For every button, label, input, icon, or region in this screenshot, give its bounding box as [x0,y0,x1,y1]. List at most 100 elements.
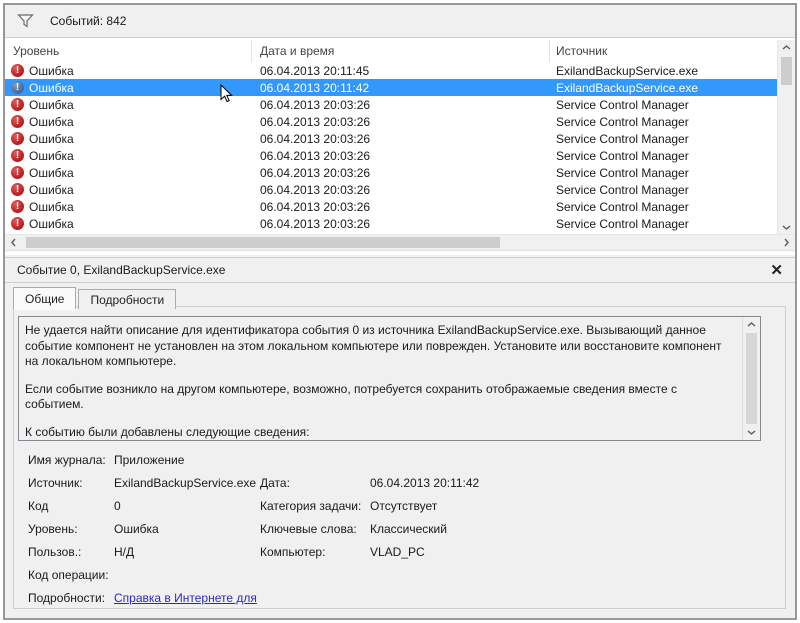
field-value-user: Н/Д [114,545,260,559]
source-cell: Service Control Manager [550,166,778,180]
events-count: Событий: 842 [50,14,126,28]
preview-pane: Событие 0, ExilandBackupService.exe ✕ Об… [5,255,795,618]
tab-general[interactable]: Общие [13,287,76,309]
vertical-scrollbar[interactable] [777,40,795,235]
field-value-date: 06.04.2013 20:11:42 [370,476,765,490]
field-value-task-category: Отсутствует [370,499,765,513]
field-value-log-name: Приложение [114,453,765,467]
event-description-box[interactable]: Не удается найти описание для идентифика… [18,316,761,441]
horizontal-scrollbar[interactable] [5,234,795,250]
table-row[interactable]: ! Ошибка 06.04.2013 20:03:26Service Contro… [5,181,778,198]
field-value-level: Ошибка [114,522,260,536]
description-paragraph: К событию были добавлены следующие сведе… [25,425,738,439]
vertical-scrollbar-thumb[interactable] [781,57,792,85]
filter-icon[interactable] [17,13,34,29]
source-cell: Service Control Manager [550,200,778,214]
error-level-icon: ! [11,183,24,196]
level-cell: Ошибка [29,217,74,231]
datetime-cell: 06.04.2013 20:03:26 [252,183,550,197]
error-level-icon: ! [11,81,24,94]
column-header-source[interactable]: Источник [550,40,778,62]
error-level-icon: ! [11,115,24,128]
datetime-cell: 06.04.2013 20:03:26 [252,98,550,112]
source-cell: Service Control Manager [550,217,778,231]
datetime-cell: 06.04.2013 20:03:26 [252,132,550,146]
field-value-source: ExilandBackupService.exe [114,476,260,490]
filter-bar: Событий: 842 [5,5,795,38]
field-value-computer: VLAD_PC [370,545,765,559]
field-label-keywords: Ключевые слова: [260,522,370,536]
table-row[interactable]: ! Ошибка 06.04.2013 20:03:26Service Contro… [5,96,778,113]
event-fields: Имя журнала: Приложение Источник: Exilan… [18,447,775,611]
datetime-cell: 06.04.2013 20:03:26 [252,115,550,129]
tab-details[interactable]: Подробности [78,289,176,309]
datetime-cell: 06.04.2013 20:03:26 [252,217,550,231]
error-level-icon: ! [11,200,24,213]
field-label-level: Уровень: [28,522,114,536]
level-cell: Ошибка [29,149,74,163]
scroll-up-icon[interactable] [743,317,760,332]
table-row[interactable]: ! Ошибка 06.04.2013 20:03:26Service Contro… [5,113,778,130]
table-row[interactable]: ! Ошибка 06.04.2013 20:03:26Service Contro… [5,198,778,215]
field-label-log-name: Имя журнала: [28,453,114,467]
field-label-details: Подробности: [28,591,114,605]
error-level-icon: ! [11,98,24,111]
error-level-icon: ! [11,166,24,179]
events-table: Уровень Дата и время Источник !Ошибка06.… [5,40,795,251]
event-viewer-panel: Событий: 842 Уровень Дата и время Источн… [3,3,797,620]
description-scrollbar[interactable] [742,317,760,440]
level-cell: Ошибка [29,115,74,129]
table-header-row: Уровень Дата и время Источник [5,40,795,62]
column-header-level[interactable]: Уровень [5,40,252,62]
preview-pane-header: Событие 0, ExilandBackupService.exe ✕ [5,257,795,283]
table-row[interactable]: ! Ошибка 06.04.2013 20:03:26Service Contro… [5,215,778,232]
source-cell: Service Control Manager [550,115,778,129]
field-value-keywords: Классический [370,522,765,536]
preview-tabs: Общие Подробности [5,283,795,309]
table-row[interactable]: !Ошибка06.04.2013 20:11:42ExilandBackupS… [5,79,778,96]
datetime-cell: 06.04.2013 20:11:42 [252,81,550,95]
description-paragraph: Не удается найти описание для идентифика… [25,323,738,370]
table-row[interactable]: ! Ошибка 06.04.2013 20:03:26Service Contro… [5,147,778,164]
table-row[interactable]: ! Ошибка 06.04.2013 20:11:45ExilandBackupS… [5,62,778,79]
online-help-link[interactable]: Справка в Интернете для [114,591,257,605]
level-cell: Ошибка [29,64,74,78]
field-label-user: Пользов.: [28,545,114,559]
source-cell: ExilandBackupService.exe [550,64,778,78]
datetime-cell: 06.04.2013 20:11:45 [252,64,550,78]
table-row[interactable]: !Ошибка06.04.2013 20:03:26Service Contro… [5,130,778,147]
preview-title: Событие 0, ExilandBackupService.exe [17,263,225,277]
column-header-datetime[interactable]: Дата и время [252,40,550,62]
datetime-cell: 06.04.2013 20:03:26 [252,149,550,163]
table-row[interactable]: !Ошибка06.04.2013 20:03:26Service Contro… [5,164,778,181]
scroll-left-icon[interactable] [5,235,22,250]
description-scrollbar-thumb[interactable] [746,333,757,424]
mouse-cursor [220,84,234,104]
source-cell: Service Control Manager [550,132,778,146]
level-cell: Ошибка [29,98,74,112]
level-cell: Ошибка [29,200,74,214]
source-cell: Service Control Manager [550,149,778,163]
source-cell: ExilandBackupService.exe [550,81,778,95]
horizontal-scrollbar-thumb[interactable] [26,237,500,248]
close-icon[interactable]: ✕ [770,263,783,278]
level-cell: Ошибка [29,132,74,146]
level-cell: Ошибка [29,166,74,180]
level-cell: Ошибка [29,183,74,197]
description-paragraph: Если событие возникло на другом компьюте… [25,382,738,413]
scroll-down-icon[interactable] [743,425,760,440]
scroll-down-icon[interactable] [778,220,795,235]
error-level-icon: ! [11,64,24,77]
scroll-up-icon[interactable] [778,40,795,55]
event-description-text: Не удается найти описание для идентифика… [25,318,738,439]
source-cell: Service Control Manager [550,183,778,197]
error-level-icon: ! [11,149,24,162]
tab-content-box: Не удается найти описание для идентифика… [13,306,786,609]
field-label-source: Источник: [28,476,114,490]
error-level-icon: ! [11,217,24,230]
table-body: ! Ошибка 06.04.2013 20:11:45ExilandBackupS… [5,62,778,232]
field-label-task-category: Категория задачи: [260,499,370,513]
source-cell: Service Control Manager [550,98,778,112]
datetime-cell: 06.04.2013 20:03:26 [252,200,550,214]
scroll-right-icon[interactable] [778,235,795,250]
